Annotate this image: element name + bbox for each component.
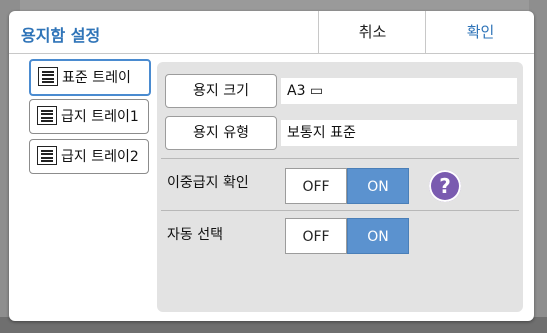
tray-label: 급지 트레이2: [61, 149, 139, 165]
tray-icon: [37, 146, 57, 165]
tray-settings-dialog: 용지함 설정 취소 확인 표준 트레이 급지 트레이1 급지 트레이2 용지 크…: [9, 11, 534, 321]
divider: [161, 210, 519, 211]
tray-standard[interactable]: 표준 트레이: [29, 59, 151, 96]
paper-size-button[interactable]: 용지 크기: [165, 74, 277, 108]
dialog-titlebar: 용지함 설정 취소 확인: [9, 11, 534, 54]
tray-icon: [37, 106, 57, 125]
paper-type-button[interactable]: 용지 유형: [165, 116, 277, 150]
tray-label: 급지 트레이1: [61, 109, 139, 125]
double-feed-label: 이중급지 확인: [167, 175, 249, 191]
auto-select-label: 자동 선택: [167, 227, 223, 243]
tray-settings-panel: 용지 크기 A3 ▭ 용지 유형 보통지 표준 이중급지 확인 OFF ON ?…: [157, 62, 523, 312]
double-feed-off-toggle[interactable]: OFF: [285, 168, 347, 204]
help-icon[interactable]: ?: [429, 170, 461, 202]
dialog-title: 용지함 설정: [21, 26, 101, 45]
tray-icon: [38, 67, 58, 86]
ok-button[interactable]: 확인: [425, 11, 535, 53]
auto-select-off-toggle[interactable]: OFF: [285, 218, 347, 254]
cancel-button[interactable]: 취소: [318, 11, 426, 53]
tray-feed-2[interactable]: 급지 트레이2: [29, 139, 149, 174]
tray-label: 표준 트레이: [62, 70, 131, 86]
tray-feed-1[interactable]: 급지 트레이1: [29, 99, 149, 134]
divider: [161, 158, 519, 159]
double-feed-on-toggle[interactable]: ON: [347, 168, 409, 204]
paper-size-value: A3 ▭: [281, 78, 517, 104]
paper-type-value: 보통지 표준: [281, 120, 517, 146]
auto-select-on-toggle[interactable]: ON: [347, 218, 409, 254]
